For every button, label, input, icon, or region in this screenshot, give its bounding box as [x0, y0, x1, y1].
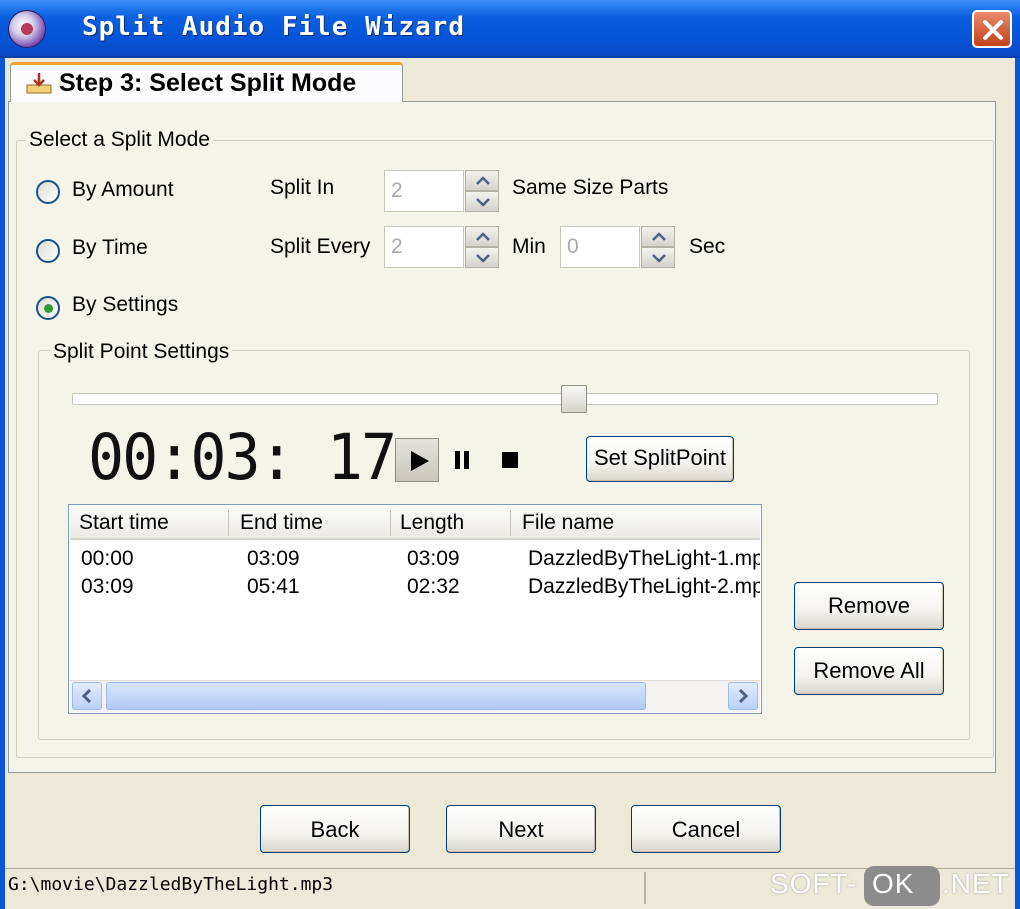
split-in-spinner[interactable]	[465, 170, 499, 212]
by-amount-label[interactable]: By Amount	[72, 178, 174, 202]
sec-down-button[interactable]	[641, 247, 675, 268]
column-divider[interactable]	[228, 510, 229, 536]
cell-length: 03:09	[407, 547, 460, 570]
window-title: Split Audio File Wizard	[82, 12, 466, 42]
pause-button[interactable]	[450, 448, 474, 472]
watermark-soft: SOFT-	[770, 868, 858, 899]
list-header: Start time End time Length File name	[70, 506, 760, 540]
split-every-min-field[interactable]: 2	[384, 226, 464, 268]
split-in-label: Split In	[270, 176, 335, 199]
next-label: Next	[498, 817, 544, 842]
split-every-sec-spinner[interactable]	[641, 226, 675, 268]
status-separator	[644, 872, 646, 904]
tab-step-3[interactable]: Step 3: Select Split Mode	[10, 62, 403, 102]
split-every-sec-value: 0	[567, 235, 579, 258]
split-in-value: 2	[391, 179, 403, 202]
split-every-sec-field[interactable]: 0	[560, 226, 640, 268]
position-slider-track[interactable]	[72, 393, 938, 405]
split-every-min-value: 2	[391, 235, 403, 258]
back-button[interactable]: Back	[260, 805, 410, 853]
next-button[interactable]: Next	[446, 805, 596, 853]
stop-icon	[502, 452, 518, 468]
scroll-left-button[interactable]	[72, 682, 102, 710]
spin-down-icon	[476, 198, 490, 207]
cell-end-time: 05:41	[247, 575, 300, 598]
cell-start-time: 03:09	[81, 575, 134, 598]
by-settings-label[interactable]: By Settings	[72, 293, 178, 317]
close-button[interactable]	[972, 10, 1012, 48]
column-divider[interactable]	[510, 510, 511, 536]
column-end-time[interactable]: End time	[240, 511, 323, 535]
scroll-left-icon	[81, 689, 92, 703]
split-every-label: Split Every	[270, 235, 371, 258]
watermark-ok: OK	[872, 868, 915, 899]
pause-icon	[455, 451, 469, 469]
split-point-legend: Split Point Settings	[50, 340, 233, 364]
table-row[interactable]: 00:00 03:09 03:09 DazzledByTheLight-1.mp…	[70, 544, 760, 572]
split-in-up-button[interactable]	[465, 170, 499, 191]
cell-length: 02:32	[407, 575, 460, 598]
title-bar[interactable]: Split Audio File Wizard	[0, 0, 1020, 58]
sec-unit-label: Sec	[689, 235, 726, 258]
play-button[interactable]	[395, 438, 439, 482]
set-splitpoint-button[interactable]: Set SplitPoint	[586, 436, 734, 482]
split-mode-legend: Select a Split Mode	[26, 128, 213, 152]
by-time-radio[interactable]	[36, 239, 60, 263]
radio-selected-dot	[44, 304, 53, 313]
cancel-label: Cancel	[671, 817, 741, 842]
remove-button[interactable]: Remove	[794, 582, 944, 630]
spin-up-icon	[476, 232, 490, 241]
split-every-min-spinner[interactable]	[465, 226, 499, 268]
watermark-ok-badge: OK	[864, 866, 940, 906]
play-icon	[411, 451, 429, 471]
column-length[interactable]: Length	[400, 511, 464, 535]
spin-down-icon	[476, 254, 490, 263]
split-in-field[interactable]: 2	[384, 170, 464, 212]
spin-down-icon	[652, 254, 666, 263]
cell-end-time: 03:09	[247, 547, 300, 570]
position-slider-thumb[interactable]	[561, 385, 587, 413]
cell-file-name: DazzledByTheLight-1.mp3	[528, 547, 760, 570]
column-divider[interactable]	[390, 510, 391, 536]
by-settings-radio[interactable]	[36, 296, 60, 320]
watermark-net: .NET	[942, 868, 1010, 899]
sec-up-button[interactable]	[641, 226, 675, 247]
cell-start-time: 00:00	[81, 547, 134, 570]
remove-label: Remove	[828, 593, 910, 618]
column-start-time[interactable]: Start time	[79, 511, 169, 535]
back-label: Back	[310, 817, 360, 842]
cell-file-name: DazzledByTheLight-2.mp3	[528, 575, 760, 598]
spin-up-icon	[476, 176, 490, 185]
watermark: SOFT- OK .NET	[770, 866, 1015, 906]
window-frame-left	[0, 58, 5, 909]
table-row[interactable]: 03:09 05:41 02:32 DazzledByTheLight-2.mp…	[70, 572, 760, 600]
scroll-thumb[interactable]	[106, 682, 646, 710]
column-file-name[interactable]: File name	[522, 511, 614, 535]
set-splitpoint-label: Set SplitPoint	[593, 445, 727, 470]
wizard-step-icon	[26, 73, 52, 94]
by-time-label[interactable]: By Time	[72, 236, 148, 260]
time-display: 00:03: 17	[88, 421, 397, 495]
stop-button[interactable]	[498, 448, 522, 472]
app-icon[interactable]	[8, 10, 46, 48]
remove-all-button[interactable]: Remove All	[794, 647, 944, 695]
status-file-path: G:\movie\DazzledByTheLight.mp3	[8, 874, 334, 895]
scroll-right-icon	[738, 689, 749, 703]
by-amount-radio[interactable]	[36, 180, 60, 204]
split-in-down-button[interactable]	[465, 191, 499, 212]
scroll-right-button[interactable]	[728, 682, 758, 710]
min-unit-label: Min	[512, 235, 546, 258]
cancel-button[interactable]: Cancel	[631, 805, 781, 853]
tab-label: Step 3: Select Split Mode	[59, 69, 357, 97]
spin-up-icon	[652, 232, 666, 241]
min-up-button[interactable]	[465, 226, 499, 247]
min-down-button[interactable]	[465, 247, 499, 268]
window-frame-right	[1015, 58, 1020, 909]
close-icon	[983, 20, 1003, 40]
remove-all-label: Remove All	[813, 658, 925, 683]
split-in-unit: Same Size Parts	[512, 176, 669, 199]
